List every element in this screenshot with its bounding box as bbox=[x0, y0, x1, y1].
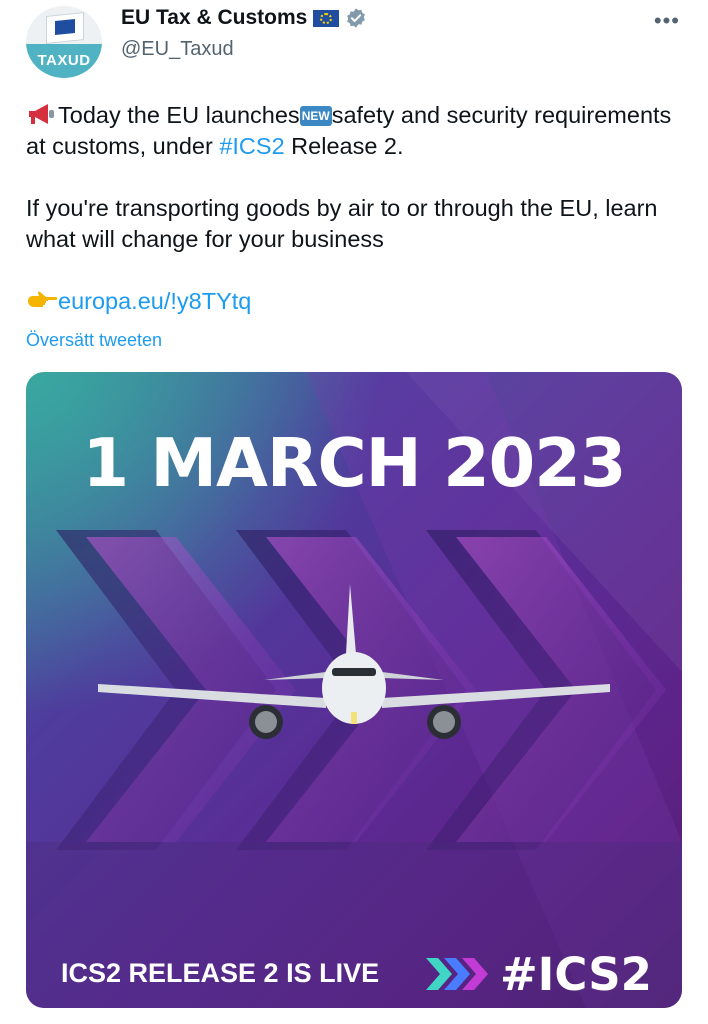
account-avatar[interactable]: TAXUD bbox=[26, 6, 102, 78]
tweet-paragraph-1: Today the EU launches NEWsafety and secur… bbox=[26, 100, 686, 162]
tweet-paragraph-2: If you're transporting goods by air to o… bbox=[26, 195, 658, 252]
pointing-hand-icon bbox=[28, 291, 58, 307]
eu-flag-icon bbox=[313, 9, 340, 27]
image-caption: ICS2 RELEASE 2 IS LIVE bbox=[61, 958, 380, 988]
tweet-body: Today the EU launches NEWsafety and secur… bbox=[26, 100, 686, 317]
hashtag-link[interactable]: #ICS2 bbox=[219, 133, 284, 159]
tweet-link-line: europa.eu/!y8TYtq bbox=[26, 286, 686, 317]
tweet-line1-end: Release 2. bbox=[284, 133, 404, 159]
account-name-row: EU Tax & Customs bbox=[121, 6, 367, 30]
avatar-label: TAXUD bbox=[26, 44, 102, 78]
external-link[interactable]: europa.eu/!y8TYtq bbox=[58, 288, 251, 314]
more-options-icon[interactable]: ••• bbox=[654, 8, 680, 34]
display-name[interactable]: EU Tax & Customs bbox=[121, 6, 307, 30]
tweet-line1-pre: Today the EU launches bbox=[58, 102, 300, 128]
eu-flag-emblem bbox=[46, 12, 84, 44]
megaphone-icon bbox=[29, 104, 54, 124]
image-hashtag: #ICS2 bbox=[499, 948, 652, 1001]
image-date-title: 1 MARCH 2023 bbox=[82, 424, 626, 502]
new-badge-icon: NEW bbox=[299, 106, 332, 126]
translate-tweet-link[interactable]: Översätt tweeten bbox=[26, 330, 162, 351]
verified-badge-icon[interactable] bbox=[345, 7, 367, 29]
tweet-image[interactable]: 1 MARCH 2023 ICS2 RELEASE 2 IS LIVE #ICS… bbox=[26, 372, 682, 1008]
account-handle[interactable]: @EU_Taxud bbox=[121, 38, 234, 61]
